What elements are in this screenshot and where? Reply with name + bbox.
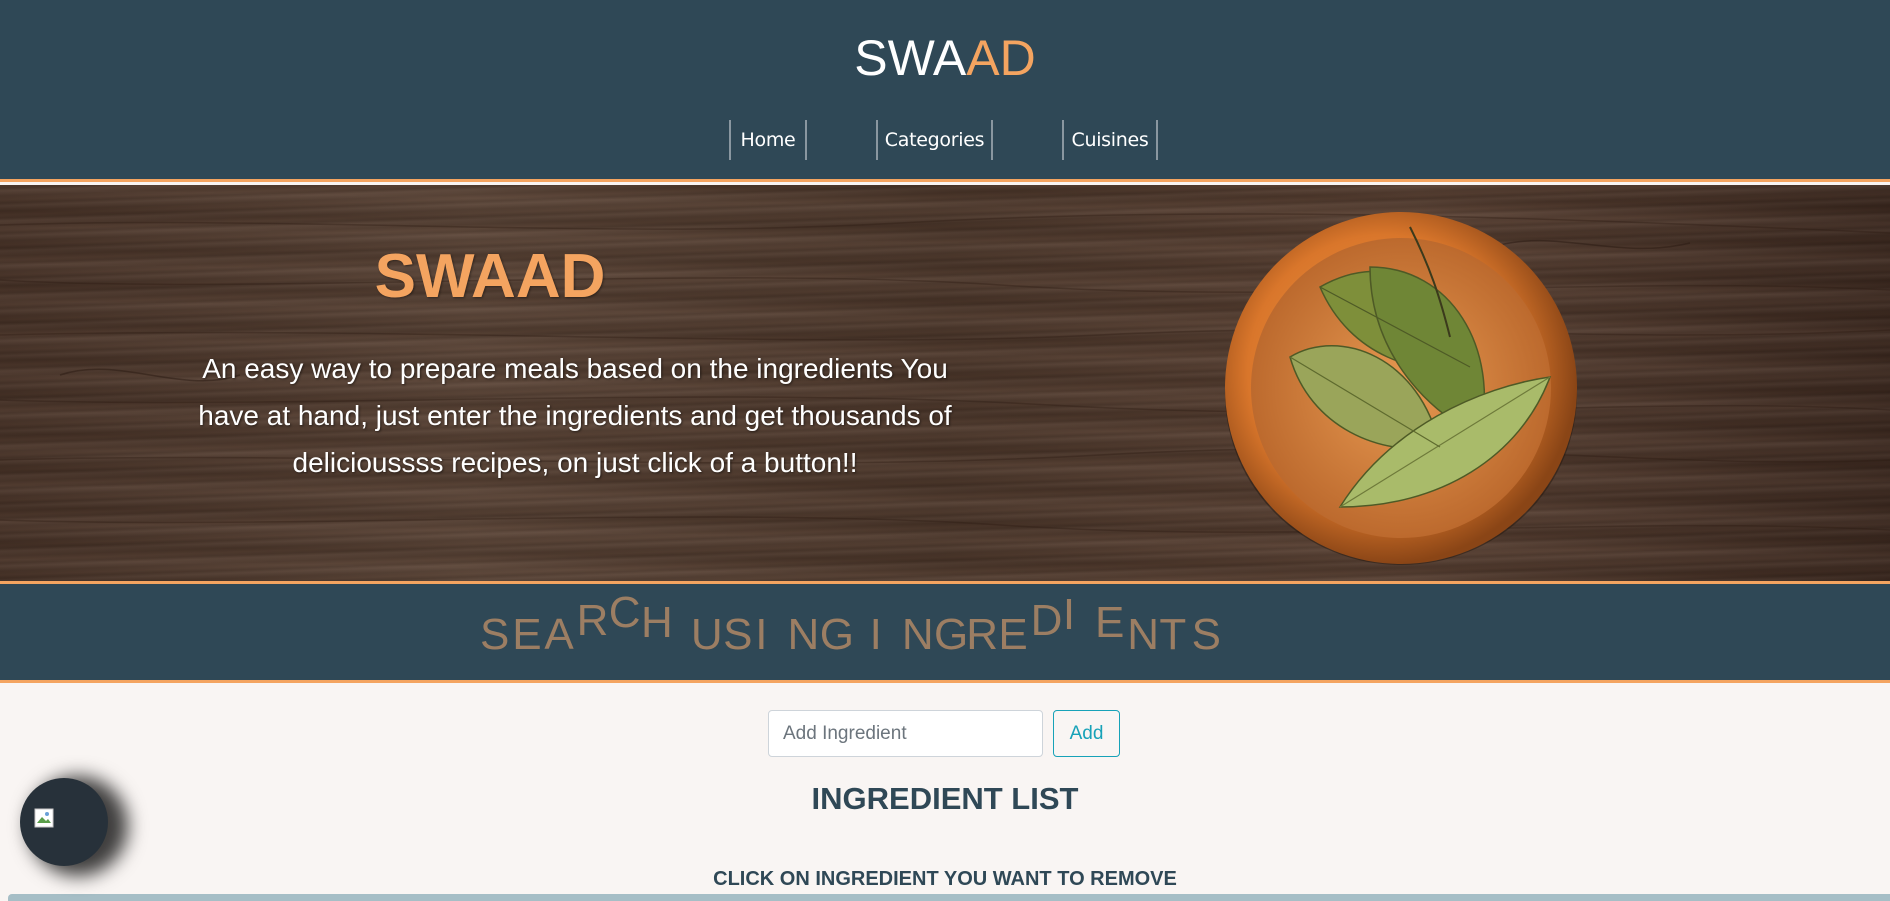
brand-logo-part1: SWA xyxy=(854,30,967,86)
ingredient-list-title: INGREDIENT LIST xyxy=(811,781,1079,816)
remove-ingredient-hint: CLICK ON INGREDIENT YOU WANT TO REMOVE xyxy=(713,868,1177,890)
broken-image-icon xyxy=(34,808,54,828)
banner-letter: E xyxy=(998,610,1027,659)
banner-letter: U xyxy=(691,610,723,659)
banner-letter: C xyxy=(609,588,641,637)
hero-title: SWAAD xyxy=(374,242,606,311)
banner-letter: T xyxy=(1159,610,1186,659)
banner-letter: N xyxy=(902,610,934,659)
banner-letter: H xyxy=(641,598,673,647)
nav-home[interactable]: Home xyxy=(729,120,807,160)
brand-logo-part2: AD xyxy=(966,30,1036,86)
nav-cuisines[interactable]: Cuisines xyxy=(1062,120,1158,160)
banner-letter: E xyxy=(512,610,541,659)
banner-letter: S xyxy=(480,610,509,659)
banner-letter: S xyxy=(723,610,752,659)
search-banner-heading: SEARCH USI NG I NGREDI ENT S xyxy=(480,588,1221,659)
add-ingredient-button[interactable]: Add xyxy=(1053,710,1120,757)
banner-letter: I xyxy=(870,610,882,659)
hero-description: An easy way to prepare meals based on th… xyxy=(198,353,952,478)
brand-logo[interactable]: SWAAD xyxy=(0,28,1890,88)
nav-categories[interactable]: Categories xyxy=(876,120,993,160)
banner-letter: D xyxy=(1031,596,1063,645)
banner-letter: I xyxy=(1063,590,1075,639)
banner-letter: R xyxy=(966,610,998,659)
search-banner: SEARCH USI NG I NGREDI ENT S xyxy=(0,581,1890,683)
banner-letter: G xyxy=(820,610,854,659)
site-header: SWAAD Home Categories Cuisines xyxy=(0,0,1890,182)
chat-widget-button[interactable] xyxy=(20,778,108,866)
search-banner-text: SEARCH USI NG I NGREDI ENT S xyxy=(480,588,1221,659)
main-nav: Home Categories Cuisines xyxy=(0,120,1890,160)
hero-banner: SWAAD An easy way to prepare meals based… xyxy=(0,185,1890,581)
banner-letter: E xyxy=(1095,598,1124,647)
ingredient-list-container xyxy=(8,894,1890,901)
banner-letter: N xyxy=(1127,610,1159,659)
ingredient-input[interactable] xyxy=(768,710,1043,757)
banner-letter: S xyxy=(1192,610,1221,659)
banner-letter: I xyxy=(755,610,767,659)
banner-letter: G xyxy=(934,610,968,659)
banner-letter: R xyxy=(577,596,609,645)
banner-letter: A xyxy=(544,610,574,659)
bay-leaf-bowl-image xyxy=(1225,212,1577,565)
banner-letter: N xyxy=(788,610,820,659)
